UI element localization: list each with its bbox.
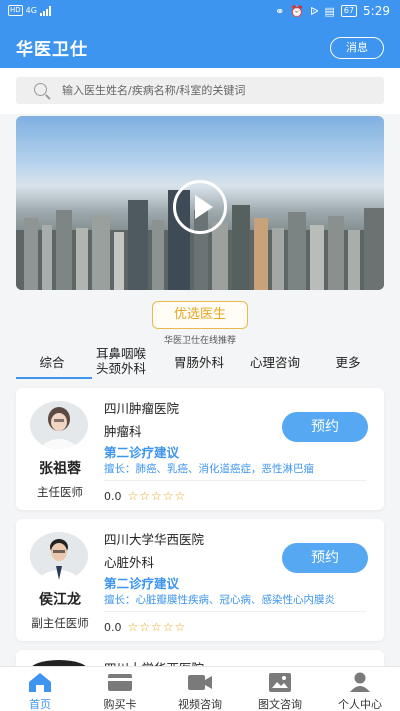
bottom-navigation: 首页 购买卡 视频咨询 图文咨询 个人中心 <box>0 666 400 711</box>
doctor-specialty: 擅长：肺癌、乳癌、消化道癌症，恶性淋巴瘤 <box>104 463 314 475</box>
service-type: 第二诊疗建议 <box>104 445 180 460</box>
department-tabs: 综合 耳鼻咽喉 头颈外科 胃肠外科 心理咨询 更多 <box>0 344 400 380</box>
doctor-hospital: 四川大学华西医院 <box>104 532 205 547</box>
doctor-rating: 0.0 ☆☆☆☆☆ <box>104 489 186 503</box>
message-button[interactable]: 消息 <box>330 37 384 59</box>
doctor-rating: 0.0 ☆☆☆☆☆ <box>104 620 186 634</box>
tab-gastro[interactable]: 胃肠外科 <box>164 355 234 370</box>
doctor-hospital: 四川肿瘤医院 <box>104 401 180 416</box>
play-button-icon[interactable] <box>173 180 227 234</box>
top-header: HD 4G ⚭ ⏰ ᐉ ▤ 67 5:29 华医卫仕 消息 <box>0 0 400 68</box>
card-icon <box>108 674 132 691</box>
featured-doctors-label: 优选医生 <box>152 301 248 329</box>
signal-icon <box>39 5 51 16</box>
rating-score: 0.0 <box>104 620 122 634</box>
card-divider <box>104 480 366 481</box>
tab-more[interactable]: 更多 <box>326 355 370 370</box>
doctor-title: 副主任医师 <box>31 616 89 630</box>
app-title: 华医卫仕 <box>16 40 88 60</box>
rating-score: 0.0 <box>104 489 122 503</box>
doctor-avatar <box>30 401 88 449</box>
doctor-card[interactable]: 侯江龙 副主任医师 四川大学华西医院 心脏外科 第二诊疗建议 擅长：心脏瓣膜性疾… <box>16 519 384 641</box>
doctor-name: 侯江龙 <box>39 592 81 608</box>
active-tab-indicator <box>16 377 92 379</box>
image-text-icon <box>269 673 291 692</box>
star-rating-icon: ☆☆☆☆☆ <box>127 489 187 503</box>
bluetooth-icon: ᐉ <box>309 4 319 18</box>
tab-ent-line1: 耳鼻咽喉 <box>95 346 146 361</box>
nav-label: 图文咨询 <box>258 698 302 711</box>
status-bar: HD 4G ⚭ ⏰ ᐉ ▤ 67 5:29 <box>0 0 400 24</box>
video-icon <box>188 675 212 690</box>
tab-ent-line2: 头颈外科 <box>95 361 146 376</box>
book-button[interactable]: 预约 <box>282 543 368 573</box>
headset-icon: ⚭ <box>275 4 285 18</box>
card-divider <box>104 611 366 612</box>
search-bar[interactable] <box>16 77 384 104</box>
nav-profile[interactable]: 个人中心 <box>320 667 400 711</box>
vibrate-icon: ▤ <box>324 4 335 18</box>
search-input[interactable] <box>62 77 372 104</box>
tab-general[interactable]: 综合 <box>30 355 74 370</box>
nav-label: 首页 <box>29 698 51 711</box>
star-rating-icon: ☆☆☆☆☆ <box>127 620 187 634</box>
nav-video-consult[interactable]: 视频咨询 <box>160 667 240 711</box>
nav-text-consult[interactable]: 图文咨询 <box>240 667 320 711</box>
hd-badge: HD <box>8 5 23 16</box>
tab-ent[interactable]: 耳鼻咽喉 头颈外科 <box>88 346 154 376</box>
video-banner[interactable] <box>16 116 384 290</box>
nav-label: 个人中心 <box>338 698 382 711</box>
home-icon <box>29 673 51 692</box>
battery-icon: 67 <box>340 5 358 17</box>
doctor-department: 肿瘤科 <box>104 424 142 439</box>
alarm-icon: ⏰ <box>290 4 304 18</box>
book-button[interactable]: 预约 <box>282 412 368 442</box>
nav-label: 购买卡 <box>103 698 137 711</box>
nav-buy-card[interactable]: 购买卡 <box>80 667 160 711</box>
doctor-specialty: 擅长：心脏瓣膜性疾病、冠心病、感染性心内膜炎 <box>104 594 335 606</box>
doctor-title: 主任医师 <box>37 485 83 499</box>
network-type: 4G <box>25 6 37 15</box>
person-icon <box>350 672 370 692</box>
clock: 5:29 <box>363 4 390 18</box>
doctor-avatar <box>30 532 88 580</box>
doctor-card[interactable]: 张祖蓉 主任医师 四川肿瘤医院 肿瘤科 第二诊疗建议 擅长：肺癌、乳癌、消化道癌… <box>16 388 384 510</box>
search-icon <box>34 83 47 96</box>
nav-label: 视频咨询 <box>178 698 222 711</box>
doctor-department: 心脏外科 <box>104 555 155 570</box>
nav-home[interactable]: 首页 <box>0 667 80 711</box>
search-area <box>0 68 400 114</box>
service-type: 第二诊疗建议 <box>104 576 180 591</box>
doctor-name: 张祖蓉 <box>39 461 81 477</box>
tab-psych[interactable]: 心理咨询 <box>240 355 310 370</box>
